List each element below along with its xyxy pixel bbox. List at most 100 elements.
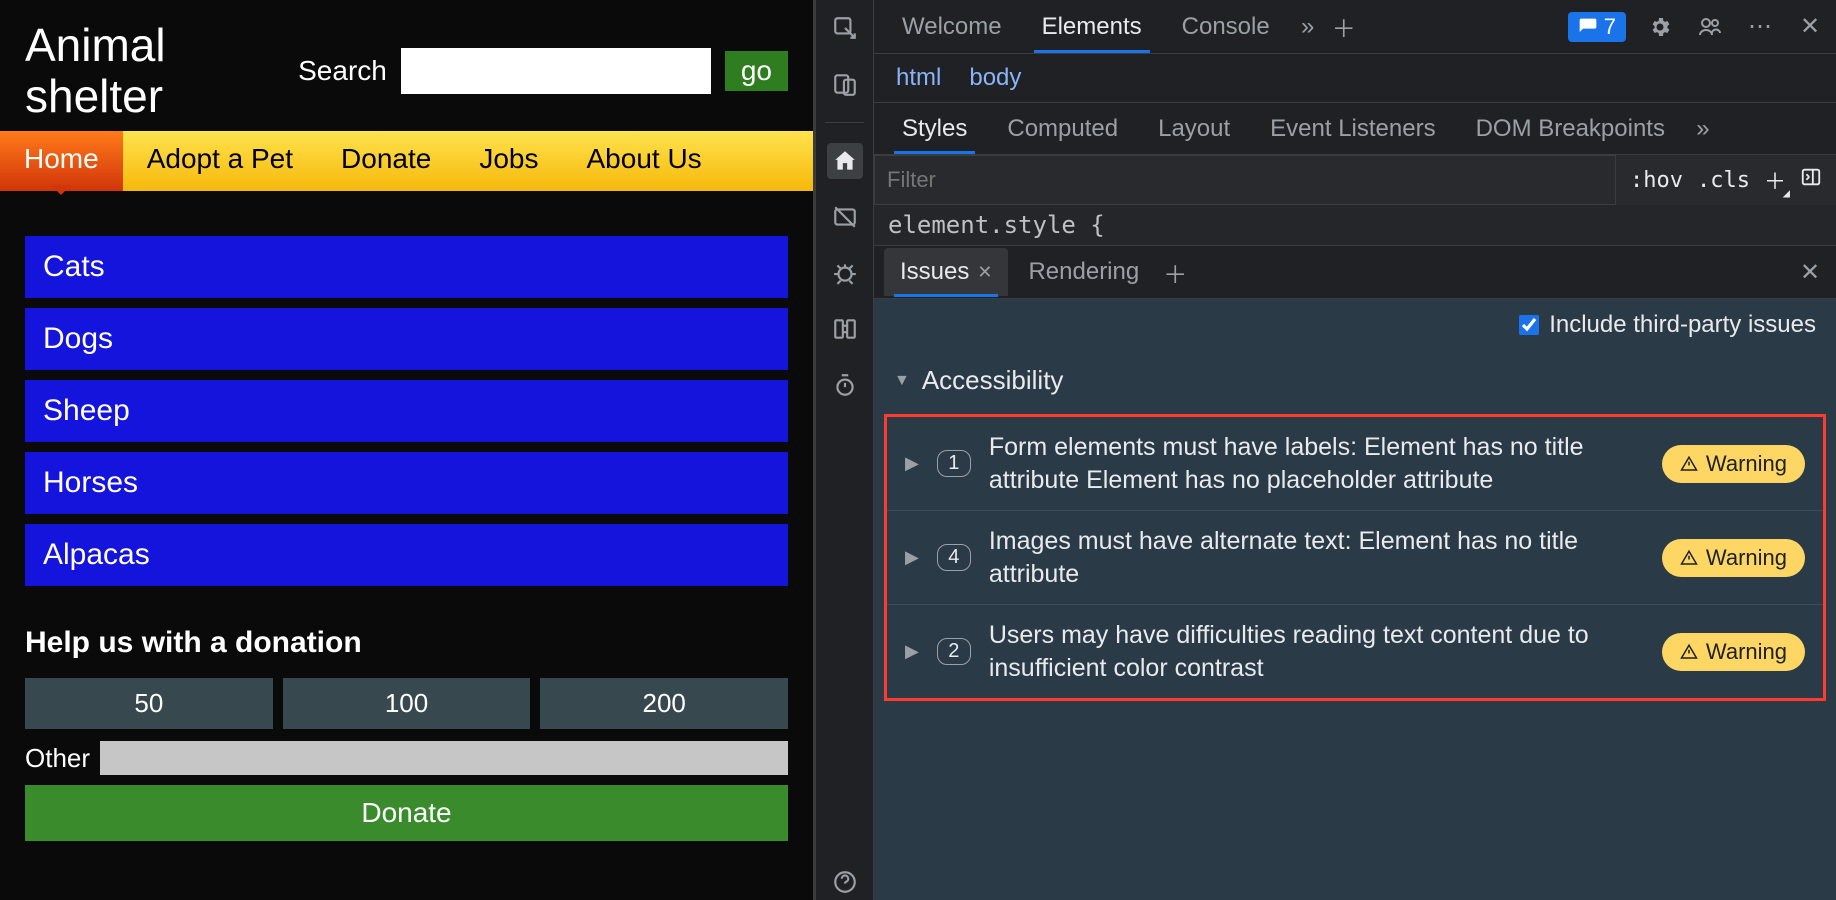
warning-badge: Warning xyxy=(1662,539,1805,577)
issue-text: Users may have difficulties reading text… xyxy=(989,619,1644,684)
more-tabs-icon[interactable]: » xyxy=(1292,11,1324,43)
filter-tools: :hov .cls ＋◢ xyxy=(1616,164,1836,196)
issue-row[interactable]: ▶ 1 Form elements must have labels: Elem… xyxy=(887,417,1823,510)
devtools-main: Welcome Elements Console » ＋ 7 ⋯ ✕ htm xyxy=(874,0,1836,900)
website-pane: Animal shelter Search go Home Adopt a Pe… xyxy=(0,0,813,900)
list-item[interactable]: Sheep xyxy=(25,380,788,442)
activity-bar xyxy=(816,0,874,900)
nav-jobs[interactable]: Jobs xyxy=(455,131,562,191)
chevron-right-icon[interactable]: ▶ xyxy=(905,641,919,662)
donate-100-button[interactable]: 100 xyxy=(283,678,531,729)
styles-filter-input[interactable] xyxy=(874,155,1616,205)
add-drawer-tab-icon[interactable]: ＋ xyxy=(1159,256,1191,288)
breadcrumb-body[interactable]: body xyxy=(969,64,1021,92)
close-drawer-icon[interactable]: ✕ xyxy=(1794,256,1826,288)
cls-toggle[interactable]: .cls xyxy=(1697,168,1750,193)
other-input[interactable] xyxy=(100,741,788,775)
navbar: Home Adopt a Pet Donate Jobs About Us xyxy=(0,131,813,191)
tab-elements[interactable]: Elements xyxy=(1024,3,1160,51)
third-party-row: Include third-party issues xyxy=(874,299,1836,351)
home-icon[interactable] xyxy=(827,143,863,179)
tab-computed[interactable]: Computed xyxy=(989,105,1136,153)
styles-tabs: Styles Computed Layout Event Listeners D… xyxy=(874,103,1836,155)
issue-text: Images must have alternate text: Element… xyxy=(989,525,1644,590)
warning-badge: Warning xyxy=(1662,633,1805,671)
issues-badge[interactable]: 7 xyxy=(1568,12,1626,42)
feedback-icon[interactable] xyxy=(1694,11,1726,43)
tab-event-listeners[interactable]: Event Listeners xyxy=(1252,105,1453,153)
image-off-icon[interactable] xyxy=(827,199,863,235)
donate-other-row: Other xyxy=(25,741,788,775)
timer-icon[interactable] xyxy=(827,367,863,403)
list-item[interactable]: Alpacas xyxy=(25,524,788,586)
drawer-tabs: Issues ✕ Rendering ＋ ✕ xyxy=(874,245,1836,299)
go-button[interactable]: go xyxy=(725,51,788,91)
search-input[interactable] xyxy=(401,48,711,94)
gear-icon[interactable] xyxy=(1644,11,1676,43)
nav-about[interactable]: About Us xyxy=(563,131,726,191)
animal-list: Cats Dogs Sheep Horses Alpacas xyxy=(0,191,813,606)
chevron-down-icon: ▼ xyxy=(894,372,910,390)
tab-welcome[interactable]: Welcome xyxy=(884,3,1020,51)
nav-home[interactable]: Home xyxy=(0,131,123,191)
devtools-tabs: Welcome Elements Console » ＋ 7 ⋯ ✕ xyxy=(874,0,1836,54)
add-tab-icon[interactable]: ＋ xyxy=(1328,11,1360,43)
filter-bar: :hov .cls ＋◢ xyxy=(874,155,1836,205)
more-styles-tabs-icon[interactable]: » xyxy=(1687,113,1719,145)
inspect-icon[interactable] xyxy=(827,10,863,46)
tab-styles[interactable]: Styles xyxy=(884,105,985,153)
issue-count-badge: 1 xyxy=(937,450,971,477)
nav-donate[interactable]: Donate xyxy=(317,131,455,191)
donate-button[interactable]: Donate xyxy=(25,785,788,841)
devtools-toolbar-right: 7 ⋯ ✕ xyxy=(1568,11,1826,43)
bug-icon[interactable] xyxy=(827,255,863,291)
donate-50-button[interactable]: 50 xyxy=(25,678,273,729)
issue-row[interactable]: ▶ 4 Images must have alternate text: Ele… xyxy=(887,510,1823,604)
breadcrumb-html[interactable]: html xyxy=(896,64,941,92)
site-title: Animal shelter xyxy=(25,20,298,121)
device-icon[interactable] xyxy=(827,66,863,102)
issue-group-label: Accessibility xyxy=(922,365,1064,396)
issue-count-badge: 2 xyxy=(937,638,971,665)
chevron-right-icon[interactable]: ▶ xyxy=(905,453,919,474)
drawer-tab-issues[interactable]: Issues ✕ xyxy=(884,248,1008,296)
devtools-pane: Welcome Elements Console » ＋ 7 ⋯ ✕ htm xyxy=(813,0,1836,900)
list-item[interactable]: Cats xyxy=(25,236,788,298)
tab-layout[interactable]: Layout xyxy=(1140,105,1248,153)
issue-group-accessibility[interactable]: ▼ Accessibility xyxy=(874,351,1836,410)
issue-row[interactable]: ▶ 2 Users may have difficulties reading … xyxy=(887,604,1823,698)
panel-toggle-icon[interactable] xyxy=(1800,166,1822,194)
element-style-block: element.style { xyxy=(874,205,1836,245)
drawer-tab-issues-label: Issues xyxy=(900,258,969,286)
swap-icon[interactable] xyxy=(827,311,863,347)
list-item[interactable]: Horses xyxy=(25,452,788,514)
nav-adopt[interactable]: Adopt a Pet xyxy=(123,131,317,191)
warning-badge: Warning xyxy=(1662,445,1805,483)
hov-toggle[interactable]: :hov xyxy=(1630,168,1683,193)
more-menu-icon[interactable]: ⋯ xyxy=(1744,11,1776,43)
issue-text: Form elements must have labels: Element … xyxy=(989,431,1644,496)
list-item[interactable]: Dogs xyxy=(25,308,788,370)
site-header: Animal shelter Search go xyxy=(0,0,813,131)
donate-section: Help us with a donation 50 100 200 Other… xyxy=(0,606,813,861)
issues-highlight: ▶ 1 Form elements must have labels: Elem… xyxy=(884,414,1826,701)
breadcrumbs: html body xyxy=(874,54,1836,103)
help-icon[interactable] xyxy=(827,864,863,900)
tab-console[interactable]: Console xyxy=(1164,3,1288,51)
new-style-icon[interactable]: ＋◢ xyxy=(1764,164,1786,196)
search-area: Search go xyxy=(298,48,788,94)
close-devtools-icon[interactable]: ✕ xyxy=(1794,11,1826,43)
drawer-tab-rendering[interactable]: Rendering xyxy=(1012,248,1155,296)
donate-200-button[interactable]: 200 xyxy=(540,678,788,729)
tab-dom-breakpoints[interactable]: DOM Breakpoints xyxy=(1458,105,1683,153)
issues-count: 7 xyxy=(1604,14,1616,40)
search-label: Search xyxy=(298,55,387,87)
close-icon[interactable]: ✕ xyxy=(977,262,992,283)
third-party-label: Include third-party issues xyxy=(1549,311,1816,339)
issues-panel: Include third-party issues ▼ Accessibili… xyxy=(874,299,1836,900)
donate-amounts: 50 100 200 xyxy=(25,678,788,729)
issue-count-badge: 4 xyxy=(937,544,971,571)
third-party-checkbox[interactable] xyxy=(1519,315,1539,335)
chevron-right-icon[interactable]: ▶ xyxy=(905,547,919,568)
other-label: Other xyxy=(25,743,90,774)
